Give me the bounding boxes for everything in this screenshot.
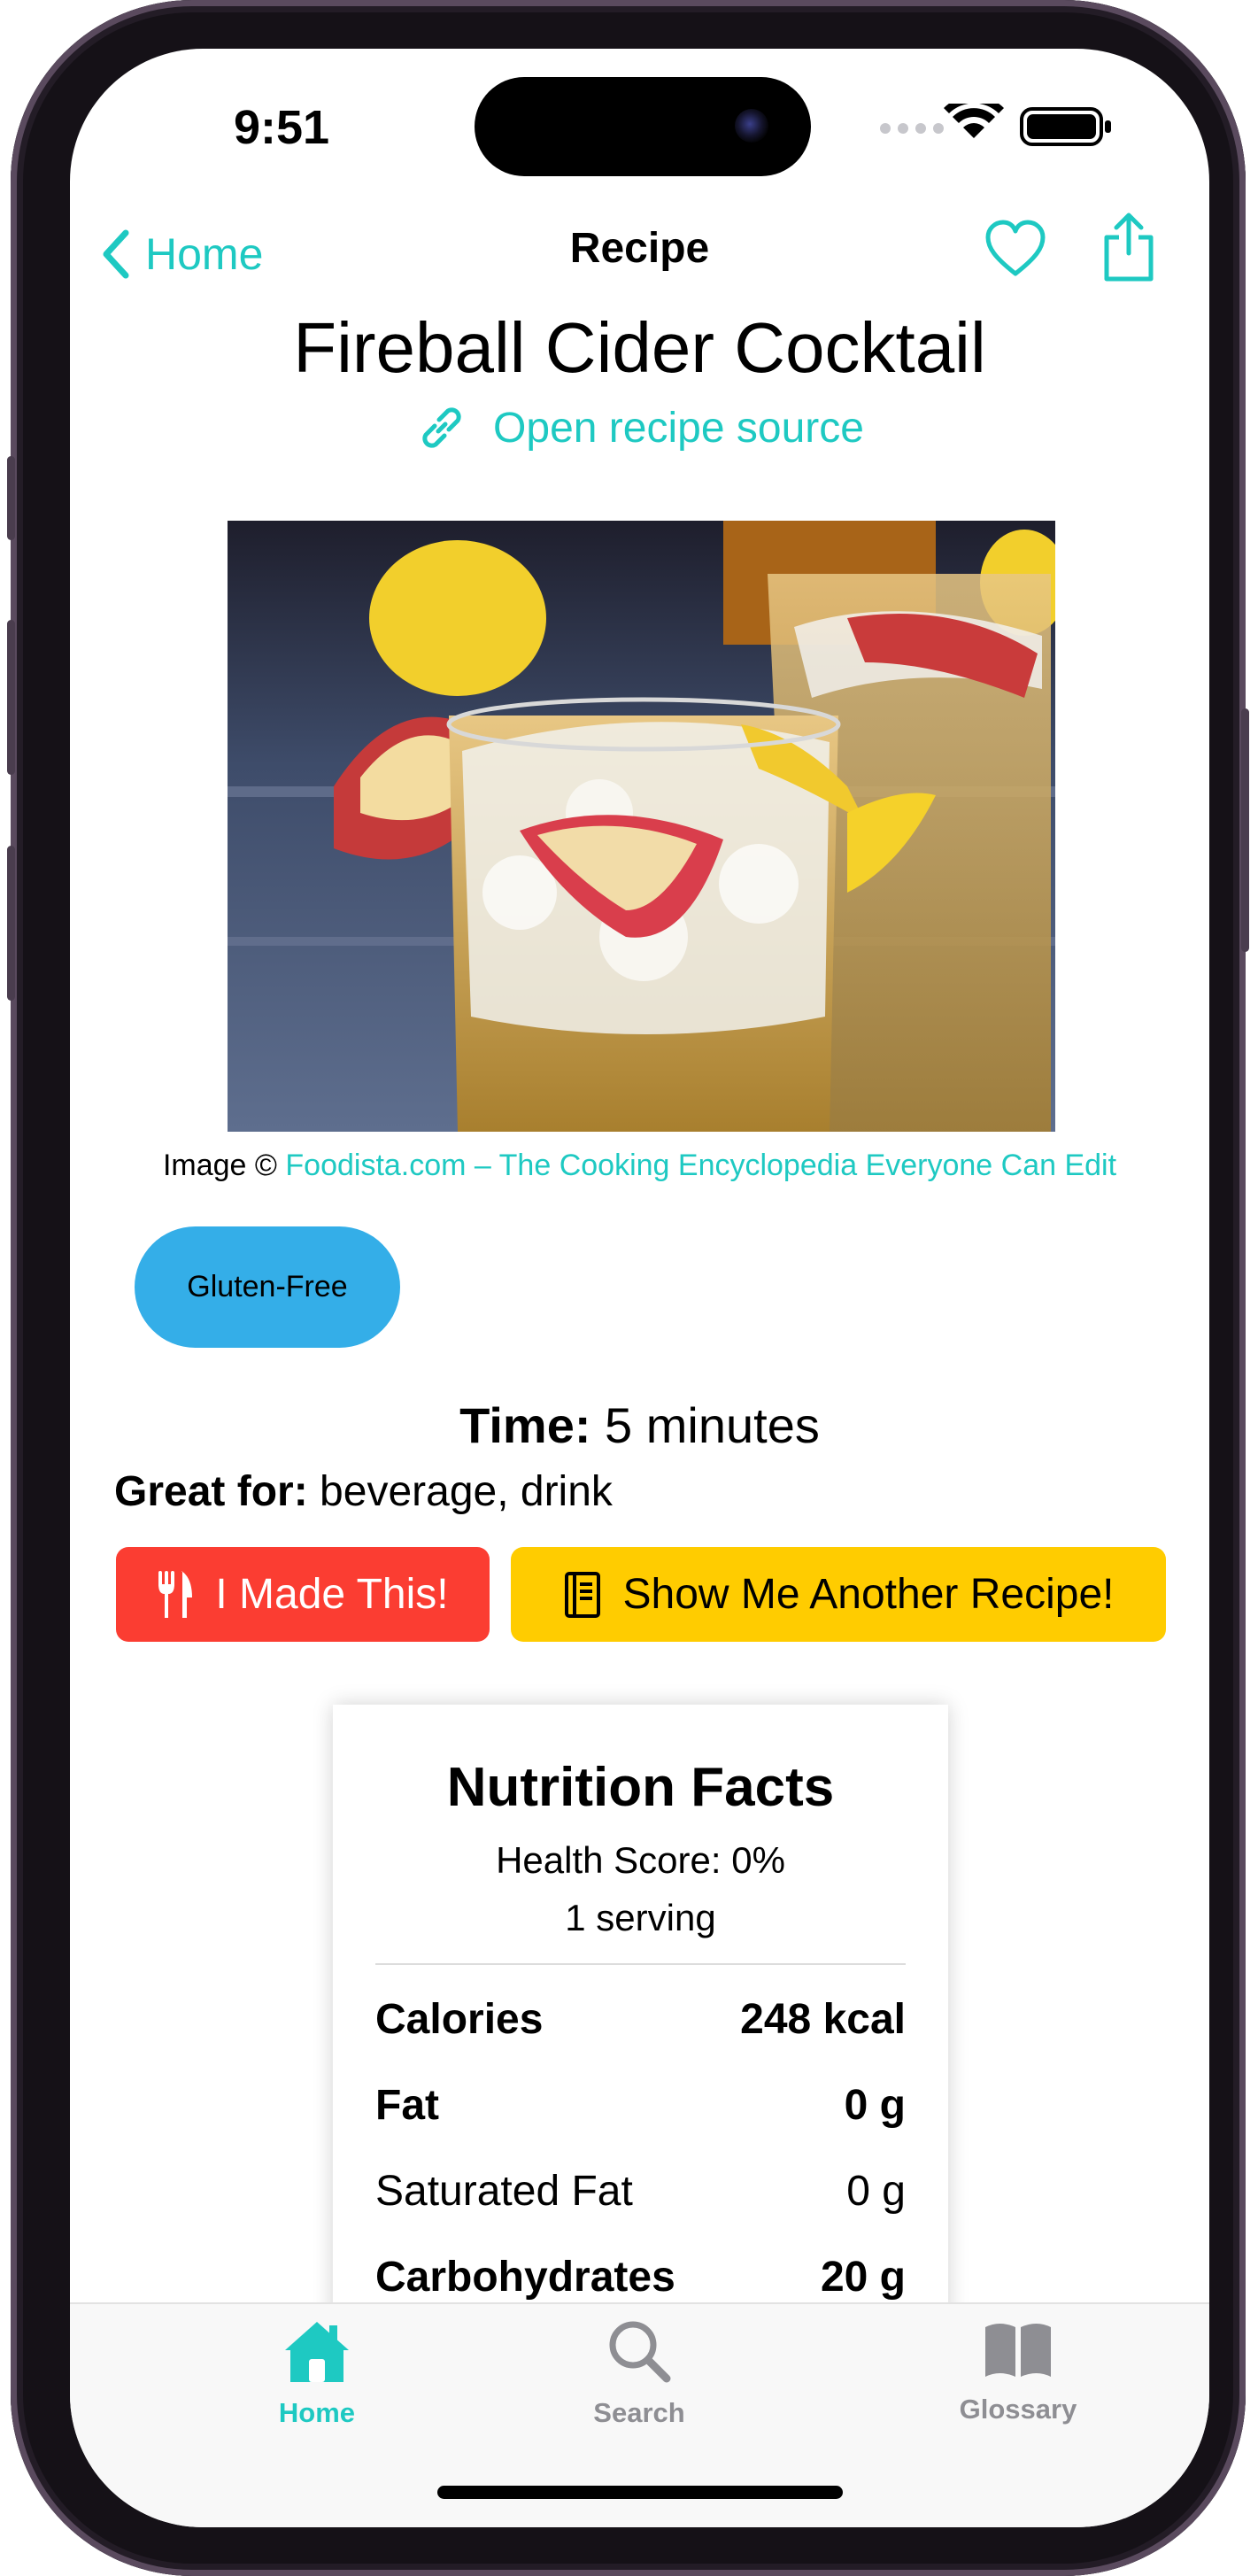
servings: 1 serving [565,1897,716,1938]
nutrition-row-fat: Fat 0 g [375,2074,906,2136]
nutrition-row-calories: Calories 248 kcal [375,1988,906,2050]
book-icon [564,1571,600,1618]
home-indicator [437,2486,843,2499]
image-credit-prefix: Image © [162,1149,277,1182]
made-this-label: I Made This! [215,1571,449,1618]
recipe-photo [228,521,1055,1132]
tab-search[interactable]: Search [529,2318,750,2429]
another-recipe-label: Show Me Another Recipe! [622,1571,1115,1618]
house-icon [285,2322,349,2382]
status-time: 9:51 [234,101,330,154]
time-value: 5 minutes [605,1397,820,1453]
camera-icon [735,109,768,143]
health-score: Health Score: 0% [496,1839,785,1881]
link-icon [422,407,461,448]
nutrition-value: 20 g [820,2253,906,2301]
magnifying-glass-icon [609,2321,671,2383]
image-credit: Image © Foodista.com – The Cooking Encyc… [70,1149,1209,1183]
volume-up-button [7,620,15,775]
diet-badge: Gluten-Free [135,1226,400,1348]
image-credit-link[interactable]: Foodista.com – The Cooking Encyclopedia … [285,1149,1116,1182]
screen: 9:51 Home Recipe Fireball Cider Cocktail… [70,49,1209,2527]
battery-icon [1020,107,1111,146]
heart-icon[interactable] [984,219,1046,281]
recipe-title: Fireball Cider Cocktail [293,308,986,387]
share-icon[interactable] [1100,211,1158,283]
wifi-icon [944,104,1004,138]
dynamic-island [475,77,811,176]
nutrition-row-carbohydrates: Carbohydrates 20 g [375,2246,906,2308]
tab-glossary-label: Glossary [959,2394,1077,2425]
nutrition-facts-card: Nutrition Facts Health Score: 0% 1 servi… [333,1705,948,2325]
source-link-label: Open recipe source [493,404,864,452]
tab-search-label: Search [593,2397,685,2428]
tab-home[interactable]: Home [206,2318,428,2429]
phone-frame: 9:51 Home Recipe Fireball Cider Cocktail… [7,0,1249,2576]
prep-time: Time: 5 minutes [70,1396,1209,1454]
nutrition-divider [375,1963,906,1965]
fork-knife-icon [158,1570,193,1618]
made-this-button[interactable]: I Made This! [116,1547,490,1642]
status-icons [880,104,1111,146]
time-label: Time: [459,1397,591,1453]
great-for-value: beverage, drink [320,1468,613,1515]
nutrition-value: 0 g [844,2081,906,2129]
another-recipe-button[interactable]: Show Me Another Recipe! [511,1547,1166,1642]
open-source-link[interactable]: Open recipe source [70,401,1209,454]
nutrition-value: 0 g [846,2167,906,2215]
nutrition-title: Nutrition Facts [446,1757,835,1818]
nutrition-label: Calories [375,1995,544,2043]
tab-glossary[interactable]: Glossary [907,2318,1129,2425]
nutrition-label: Saturated Fat [375,2167,633,2215]
nutrition-label: Carbohydrates [375,2253,675,2301]
great-for: Great for: beverage, drink [114,1467,613,1516]
volume-down-button [7,846,15,1001]
action-button [7,456,15,540]
nutrition-label: Fat [375,2081,439,2129]
tab-home-label: Home [278,2397,356,2428]
power-button [1241,708,1249,952]
open-book-icon [985,2324,1051,2377]
nutrition-row-saturated-fat: Saturated Fat 0 g [375,2160,906,2222]
signal-icon [880,123,944,134]
great-for-label: Great for: [114,1468,308,1515]
nutrition-value: 248 kcal [740,1995,906,2043]
